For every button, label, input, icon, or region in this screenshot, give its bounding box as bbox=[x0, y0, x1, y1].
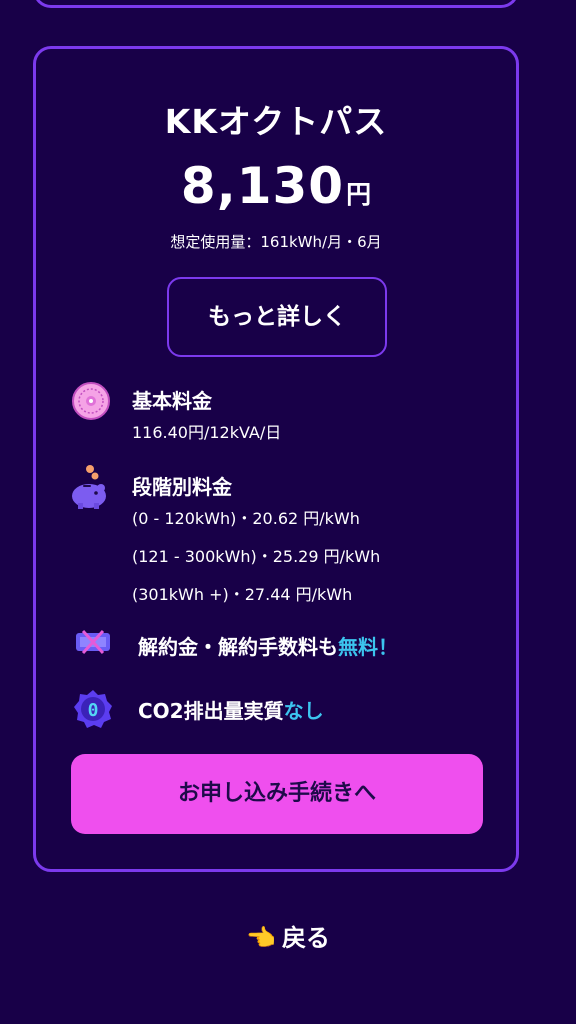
cancellation-highlight: 無料！ bbox=[338, 635, 398, 659]
basic-fee-value: 116.40円/12kVA/日 bbox=[132, 423, 282, 442]
price-unit: 円 bbox=[346, 180, 372, 209]
zero-badge-icon: 0 bbox=[73, 689, 113, 729]
tier-line: (301kWh +)・27.44 円/kWh bbox=[132, 585, 353, 604]
previous-plan-card bbox=[33, 0, 519, 8]
tier-line: (121 - 300kWh)・25.29 円/kWh bbox=[132, 547, 381, 566]
co2-text: CO2排出量実質 bbox=[138, 699, 284, 723]
plan-card: KKオクトパス 8,130円 想定使用量：161kWh/月・6月 もっと詳しく … bbox=[33, 46, 519, 872]
more-details-button[interactable]: もっと詳しく bbox=[167, 277, 387, 357]
meter-icon bbox=[72, 382, 110, 420]
co2-promo-text: CO2排出量実質なし bbox=[138, 695, 324, 724]
tier-line: (0 - 120kWh)・20.62 円/kWh bbox=[132, 509, 360, 528]
cancellation-promo-text: 解約金・解約手数料も無料！ bbox=[138, 631, 398, 660]
co2-highlight: なし bbox=[283, 699, 324, 723]
piggy-bank-icon bbox=[68, 463, 112, 511]
svg-text:0: 0 bbox=[88, 700, 99, 721]
back-label: 戻る bbox=[281, 924, 330, 952]
crossed-ticket-icon bbox=[74, 627, 112, 657]
cancellation-text: 解約金・解約手数料も bbox=[138, 635, 338, 659]
tiered-fee-title: 段階別料金 bbox=[132, 475, 232, 499]
price-amount: 8,130 bbox=[180, 157, 345, 215]
basic-fee-title: 基本料金 bbox=[132, 389, 212, 413]
back-link[interactable]: 👈 戻る bbox=[0, 918, 576, 953]
plan-name: KKオクトパス bbox=[164, 102, 388, 141]
usage-note: 想定使用量：161kWh/月・6月 bbox=[170, 233, 382, 251]
plan-price: 8,130円 bbox=[36, 157, 516, 215]
apply-button[interactable]: お申し込み手続きへ bbox=[71, 754, 483, 834]
pointing-hand-icon: 👈 bbox=[246, 924, 276, 952]
